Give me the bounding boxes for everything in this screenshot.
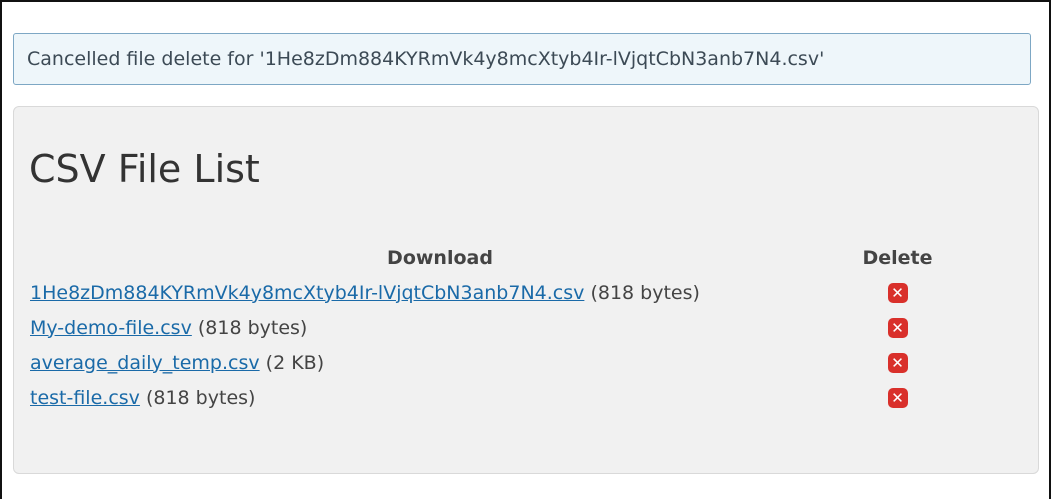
table-row: test-file.csv (818 bytes) ✕ <box>30 380 945 415</box>
table-row: average_daily_temp.csv (2 KB) ✕ <box>30 345 945 380</box>
close-icon[interactable]: ✕ <box>887 388 908 408</box>
file-cell: average_daily_temp.csv (2 KB) <box>30 345 850 380</box>
delete-cell: ✕ <box>850 275 945 310</box>
delete-cell: ✕ <box>850 345 945 380</box>
file-size: (818 bytes) <box>590 281 700 304</box>
file-size: (2 KB) <box>265 351 325 374</box>
file-download-link[interactable]: test-file.csv <box>30 387 140 409</box>
file-table: Download Delete 1He8zDm884KYRmVk4y8mcXty… <box>30 240 945 415</box>
table-row: 1He8zDm884KYRmVk4y8mcXtyb4Ir-lVjqtCbN3an… <box>30 275 945 310</box>
table-header-row: Download Delete <box>30 240 945 275</box>
close-icon[interactable]: ✕ <box>887 318 908 338</box>
file-download-link[interactable]: 1He8zDm884KYRmVk4y8mcXtyb4Ir-lVjqtCbN3an… <box>30 282 584 304</box>
notice-message: Cancelled file delete for '1He8zDm884KYR… <box>27 48 825 70</box>
file-size: (818 bytes) <box>197 316 308 339</box>
page-title: CSV File List <box>29 147 260 191</box>
close-icon[interactable]: ✕ <box>887 283 908 303</box>
file-size: (818 bytes) <box>145 386 256 409</box>
file-cell: 1He8zDm884KYRmVk4y8mcXtyb4Ir-lVjqtCbN3an… <box>30 275 850 310</box>
file-download-link[interactable]: average_daily_temp.csv <box>30 352 260 374</box>
download-column-header: Download <box>387 246 493 269</box>
delete-cell: ✕ <box>850 380 945 415</box>
file-cell: test-file.csv (818 bytes) <box>30 380 850 415</box>
close-icon[interactable]: ✕ <box>887 353 908 373</box>
file-cell: My-demo-file.csv (818 bytes) <box>30 310 850 345</box>
file-download-link[interactable]: My-demo-file.csv <box>30 317 192 339</box>
status-notice: Cancelled file delete for '1He8zDm884KYR… <box>13 33 1031 85</box>
delete-column-header: Delete <box>862 246 933 269</box>
csv-file-list-panel: CSV File List Download Delete 1He8zDm884… <box>13 106 1039 474</box>
table-row: My-demo-file.csv (818 bytes) ✕ <box>30 310 945 345</box>
delete-cell: ✕ <box>850 310 945 345</box>
